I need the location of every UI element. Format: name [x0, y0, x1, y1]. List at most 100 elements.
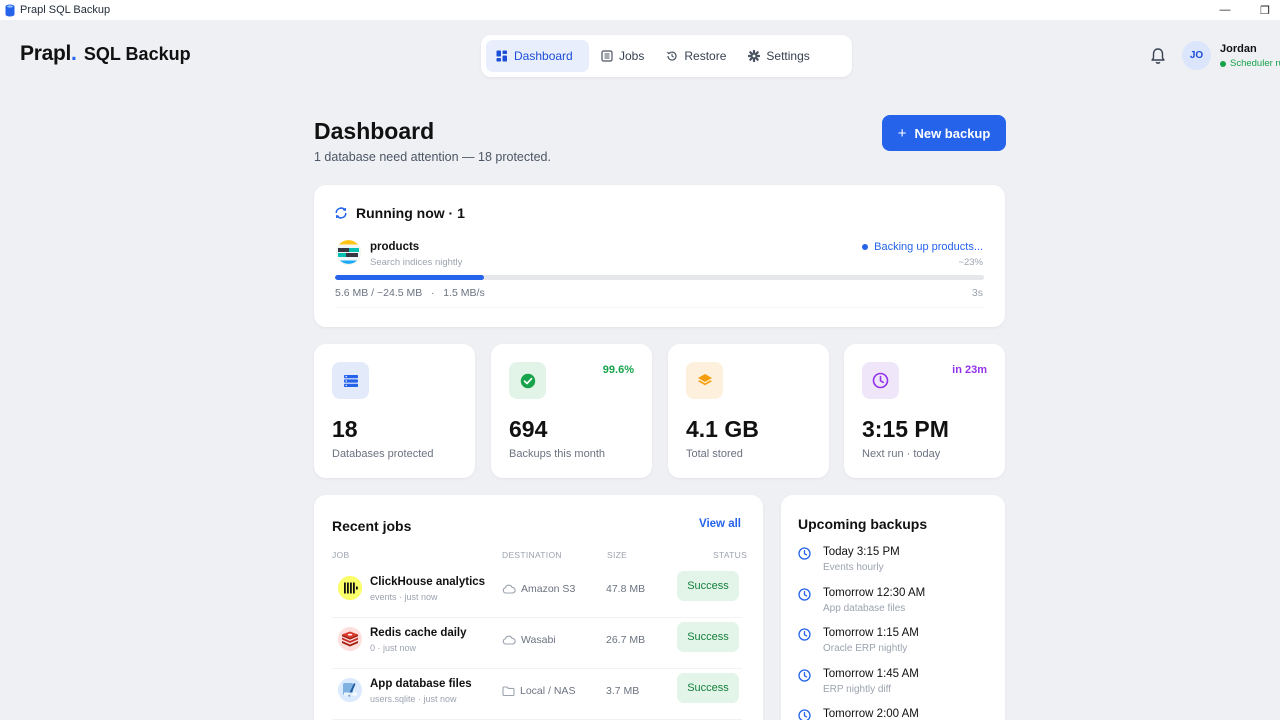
running-job-status-text: Backing up products...	[874, 241, 983, 253]
job-destination-label: Local / NAS	[520, 685, 576, 697]
view-all-link[interactable]: View all	[699, 518, 741, 530]
upcoming-job: Oracle ERP nightly	[823, 643, 908, 654]
list-item[interactable]: Tomorrow 2:00 AM	[798, 708, 988, 720]
running-title-text: Running now · 1	[356, 205, 465, 221]
running-job-status: Backing up products...	[862, 241, 983, 253]
list-item[interactable]: Today 3:15 PM Events hourly	[798, 546, 988, 584]
tab-restore[interactable]: Restore	[656, 40, 736, 72]
restore-button[interactable]: ❐	[1245, 0, 1280, 20]
logo-dot: .	[71, 42, 77, 65]
tab-label: Settings	[766, 49, 810, 63]
database-stack-icon	[343, 374, 358, 387]
stat-card-next-run: in 23m 3:15 PM Next run · today	[844, 344, 1005, 478]
tab-jobs[interactable]: Jobs	[591, 40, 654, 72]
status-badge: Success	[677, 571, 739, 601]
upcoming-time: Tomorrow 2:00 AM	[823, 708, 919, 720]
main-nav: Dashboard Jobs Restore Settings	[481, 35, 852, 77]
running-job-rate: 1.5 MB/s	[443, 287, 485, 299]
upcoming-title: Upcoming backups	[798, 516, 928, 532]
cloud-icon	[502, 635, 516, 645]
job-destination: Local / NAS	[502, 685, 575, 697]
upcoming-time: Tomorrow 12:30 AM	[823, 587, 926, 599]
stat-label: Total stored	[686, 448, 743, 460]
tab-settings[interactable]: Settings	[738, 40, 819, 72]
list-item[interactable]: Tomorrow 1:15 AM Oracle ERP nightly	[798, 627, 988, 665]
minimize-icon: —	[1219, 4, 1231, 16]
status-dot	[862, 244, 869, 250]
stat-value: 694	[509, 416, 548, 442]
list-item[interactable]: Tomorrow 1:45 AM ERP nightly diff	[798, 668, 988, 706]
redis-logo	[338, 627, 362, 651]
upcoming-backups-card: Upcoming backups Today 3:15 PM Events ho…	[781, 495, 1005, 720]
recent-jobs-title: Recent jobs	[332, 518, 412, 534]
app-logo: Prapl. SQL Backup	[20, 42, 191, 66]
new-backup-button[interactable]: + New backup	[882, 115, 1006, 151]
table-row[interactable]: App database files users.sqlite · just n…	[332, 669, 742, 720]
stat-label: Backups this month	[509, 448, 605, 460]
stat-badge: in 23m	[952, 364, 987, 376]
tab-label: Dashboard	[514, 49, 573, 63]
layers-icon	[697, 374, 712, 386]
list-item[interactable]: Tomorrow 12:30 AM App database files	[798, 587, 988, 625]
tab-dashboard[interactable]: Dashboard	[486, 40, 589, 72]
window-title-bar: Prapl SQL Backup — ❐	[0, 0, 1280, 20]
scheduler-status: Scheduler running	[1220, 58, 1280, 69]
window-title: Prapl SQL Backup	[20, 4, 111, 16]
clock-icon	[798, 669, 811, 682]
table-row[interactable]: Redis cache daily 0 · just now Wasabi 26…	[332, 618, 742, 669]
upcoming-job: Events hourly	[823, 562, 884, 573]
clock-icon	[872, 372, 889, 389]
list-icon	[601, 50, 613, 62]
status-badge: Success	[677, 673, 739, 703]
notifications-bell-icon[interactable]	[1150, 47, 1166, 65]
elasticsearch-logo	[336, 240, 361, 265]
minimize-button[interactable]: —	[1205, 0, 1245, 20]
job-sub: users.sqlite · just now	[370, 694, 457, 704]
clock-icon	[798, 588, 811, 601]
status-badge: Success	[677, 622, 739, 652]
stat-value: 4.1 GB	[686, 416, 759, 442]
grid-icon	[496, 50, 507, 62]
job-destination-label: Wasabi	[521, 634, 556, 646]
sync-icon	[335, 207, 347, 219]
running-job-rate-separator: ·	[431, 287, 435, 299]
scheduler-status-text: Scheduler running	[1230, 58, 1280, 69]
job-size: 47.8 MB	[606, 583, 646, 595]
column-header-status: STATUS	[713, 550, 748, 560]
status-dot	[1220, 60, 1226, 67]
job-destination-label: Amazon S3	[521, 583, 576, 595]
stat-icon-container	[509, 362, 546, 399]
tab-label: Jobs	[619, 49, 645, 63]
stat-label: Next run · today	[862, 448, 941, 460]
job-size: 26.7 MB	[606, 634, 646, 646]
logo-product: SQL Backup	[83, 44, 191, 64]
job-destination: Amazon S3	[502, 583, 575, 595]
running-now-card: Running now · 1 products Search indices …	[314, 185, 1005, 327]
stat-card-storage: 4.1 GB Total stored	[668, 344, 829, 478]
job-name: ClickHouse analytics	[370, 576, 486, 588]
running-job-bytes: 5.6 MB / ~24.5 MB	[335, 287, 423, 299]
table-row[interactable]: ClickHouse analytics events · just now A…	[332, 567, 742, 618]
check-circle-icon	[520, 373, 535, 388]
running-title: Running now · 1	[334, 205, 465, 221]
logo-brand: Prapl	[20, 42, 72, 65]
avatar[interactable]: JO	[1182, 41, 1211, 70]
page-title: Dashboard	[314, 118, 435, 144]
gear-icon	[748, 50, 761, 62]
upcoming-time: Tomorrow 1:45 AM	[823, 668, 919, 680]
plus-icon: +	[897, 124, 907, 142]
clickhouse-logo	[338, 576, 362, 600]
history-icon	[667, 51, 677, 61]
upcoming-time: Tomorrow 1:15 AM	[823, 627, 919, 639]
stat-label: Databases protected	[332, 448, 434, 460]
running-job-name: products	[370, 241, 420, 253]
stat-badge: 99.6%	[602, 364, 634, 376]
job-destination: Wasabi	[502, 634, 556, 646]
column-header-job: JOB	[332, 550, 350, 560]
tab-label: Restore	[684, 49, 727, 63]
running-job-percent: ~23%	[958, 257, 983, 268]
app-database-icon	[5, 4, 15, 16]
stat-icon-container	[862, 362, 899, 399]
column-header-destination: DESTINATION	[502, 550, 562, 560]
folder-icon	[502, 686, 515, 696]
